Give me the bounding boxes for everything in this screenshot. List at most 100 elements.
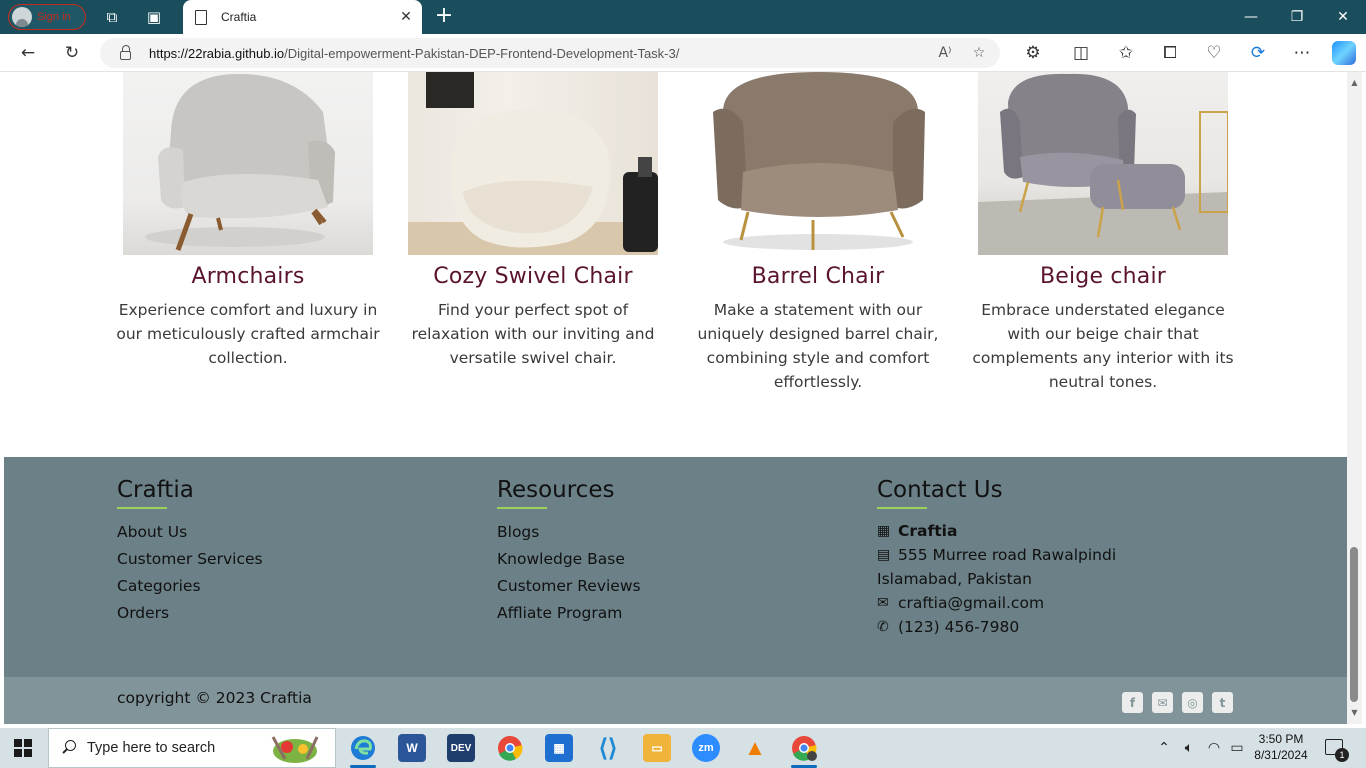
email-icon[interactable]: ✉ (1152, 692, 1173, 713)
contact-company: ▦ Craftia (877, 519, 1116, 543)
windows-taskbar: Type here to search W DEV ▦ ⟨⟩ ▭ zm ▲ ⌃ … (0, 728, 1366, 768)
footer-resources-column: Resources Blogs Knowledge Base Customer … (497, 477, 641, 627)
read-aloud-icon[interactable]: A⁾ (932, 42, 958, 64)
contact-phone[interactable]: ✆ (123) 456-7980 (877, 615, 1116, 639)
footer-link-affiliate[interactable]: Affliate Program (497, 600, 641, 627)
extensions-icon[interactable]: ⚙ (1021, 42, 1045, 64)
vscode-app-icon[interactable]: ⟨⟩ (594, 734, 622, 762)
browser-titlebar: Sign in ⧉ ▣ Craftia ✕ + — ❐ ✕ (0, 0, 1366, 34)
armchair-image (123, 72, 373, 255)
scroll-thumb[interactable] (1350, 547, 1358, 702)
edge-bar-icon[interactable]: ⟳ (1246, 42, 1270, 64)
collections-icon[interactable]: ⧠ (1158, 42, 1182, 64)
product-card: Cozy Swivel Chair Find your perfect spot… (398, 72, 668, 370)
page-viewport: Armchairs Experience comfort and luxury … (4, 72, 1347, 724)
restore-icon[interactable]: ❐ (1274, 0, 1320, 34)
site-footer: Craftia About Us Customer Services Categ… (4, 457, 1347, 677)
footer-resources-heading: Resources (497, 477, 615, 503)
browser-tab[interactable]: Craftia ✕ (183, 0, 422, 34)
product-card: Beige chair Embrace understated elegance… (968, 72, 1238, 394)
search-highlight-icon (271, 736, 319, 763)
contact-address-line2: Islamabad, Pakistan (877, 570, 1032, 588)
battery-icon[interactable]: ▭ (1227, 738, 1247, 758)
vlc-app-icon[interactable]: ▲ (741, 734, 769, 762)
instagram-icon[interactable]: ◎ (1182, 692, 1203, 713)
copyright-text: copyright © 2023 Craftia (117, 689, 312, 707)
address-bar[interactable]: https://22rabia.github.io/Digital-empowe… (100, 38, 1000, 68)
profile-button[interactable]: Sign in (8, 4, 86, 30)
chrome-app-icon[interactable] (496, 734, 524, 762)
product-title: Beige chair (1039, 264, 1167, 289)
footer-link-customer-reviews[interactable]: Customer Reviews (497, 573, 641, 600)
page-icon (195, 9, 207, 25)
phone-icon: ✆ (877, 619, 889, 635)
refresh-icon[interactable]: ↻ (60, 42, 84, 64)
split-screen-icon[interactable]: ◫ (1069, 42, 1093, 64)
chevron-up-icon[interactable]: ⌃ (1154, 738, 1174, 758)
file-explorer-icon[interactable]: ▭ (643, 734, 671, 762)
tab-title: Craftia (221, 10, 257, 24)
contact-email[interactable]: ✉ craftia@gmail.com (877, 591, 1116, 615)
heading-underline (117, 507, 167, 509)
tab-close-icon[interactable]: ✕ (396, 9, 416, 25)
word-app-icon[interactable]: W (398, 734, 426, 762)
more-icon[interactable]: ⋯ (1290, 42, 1314, 64)
footer-bottom-bar: copyright © 2023 Craftia f ✉ ◎ t (4, 677, 1347, 724)
footer-link-customer-services[interactable]: Customer Services (117, 546, 263, 573)
windows-start-icon[interactable] (14, 739, 32, 757)
product-description: Embrace understated elegance with our be… (972, 301, 1234, 391)
page-scrollbar[interactable]: ▲ ▼ (1347, 72, 1362, 724)
browser-navbar: ← ↻ https://22rabia.github.io/Digital-em… (0, 34, 1366, 72)
lock-icon[interactable] (120, 44, 131, 60)
new-tab-icon[interactable]: + (432, 5, 456, 29)
network-icon[interactable]: ◠ (1204, 738, 1224, 758)
address-card-icon: ▤ (877, 547, 891, 563)
barrel-chair-image (693, 72, 943, 255)
volume-icon[interactable]: 🔈︎ (1179, 738, 1199, 758)
footer-link-knowledge-base[interactable]: Knowledge Base (497, 546, 641, 573)
taskbar-search[interactable]: Type here to search (48, 728, 336, 768)
beige-chair-image (978, 72, 1228, 255)
scroll-up-icon[interactable]: ▲ (1350, 78, 1359, 87)
twitter-icon[interactable]: t (1212, 692, 1233, 713)
browser-essentials-icon[interactable]: ♡ (1202, 42, 1226, 64)
workspaces-icon[interactable]: ⧉ (101, 6, 123, 28)
url-text[interactable]: https://22rabia.github.io/Digital-empowe… (149, 46, 932, 61)
system-clock[interactable]: 3:50 PM 8/31/2024 (1249, 731, 1313, 763)
footer-brand-column: Craftia About Us Customer Services Categ… (117, 477, 263, 627)
product-description: Experience comfort and luxury in our met… (116, 301, 380, 367)
notification-badge: 1 (1335, 748, 1349, 762)
tab-actions-icon[interactable]: ▣ (143, 6, 165, 28)
minimize-icon[interactable]: — (1228, 0, 1274, 34)
avatar-icon (12, 7, 32, 27)
footer-link-about[interactable]: About Us (117, 519, 263, 546)
heading-underline (497, 507, 547, 509)
search-placeholder: Type here to search (87, 740, 216, 756)
dev-app-icon[interactable]: DEV (447, 734, 475, 762)
product-description: Make a statement with our uniquely desig… (697, 301, 939, 391)
product-description: Find your perfect spot of relaxation wit… (411, 301, 655, 367)
zoom-app-icon[interactable]: zm (692, 734, 720, 762)
search-icon (61, 740, 77, 756)
product-title: Barrel Chair (751, 264, 885, 289)
product-grid: Armchairs Experience comfort and luxury … (4, 72, 1347, 457)
chrome-profile-app-icon[interactable] (790, 734, 818, 762)
back-icon[interactable]: ← (16, 42, 40, 64)
copilot-icon[interactable] (1332, 41, 1356, 65)
favorite-star-icon[interactable]: ☆ (966, 42, 992, 64)
favorites-icon[interactable]: ✩ (1114, 42, 1138, 64)
store-app-icon[interactable]: ▦ (545, 734, 573, 762)
product-card: Barrel Chair Make a statement with our u… (683, 72, 953, 394)
footer-link-categories[interactable]: Categories (117, 573, 263, 600)
product-card: Armchairs Experience comfort and luxury … (113, 72, 383, 370)
facebook-icon[interactable]: f (1122, 692, 1143, 713)
scroll-down-icon[interactable]: ▼ (1350, 708, 1359, 717)
footer-link-orders[interactable]: Orders (117, 600, 263, 627)
building-icon: ▦ (877, 523, 891, 539)
window-close-icon[interactable]: ✕ (1320, 0, 1366, 34)
footer-link-blogs[interactable]: Blogs (497, 519, 641, 546)
envelope-icon: ✉ (877, 595, 889, 611)
footer-brand-heading: Craftia (117, 477, 194, 503)
edge-app-icon[interactable] (349, 734, 377, 762)
product-title: Cozy Swivel Chair (433, 264, 633, 289)
